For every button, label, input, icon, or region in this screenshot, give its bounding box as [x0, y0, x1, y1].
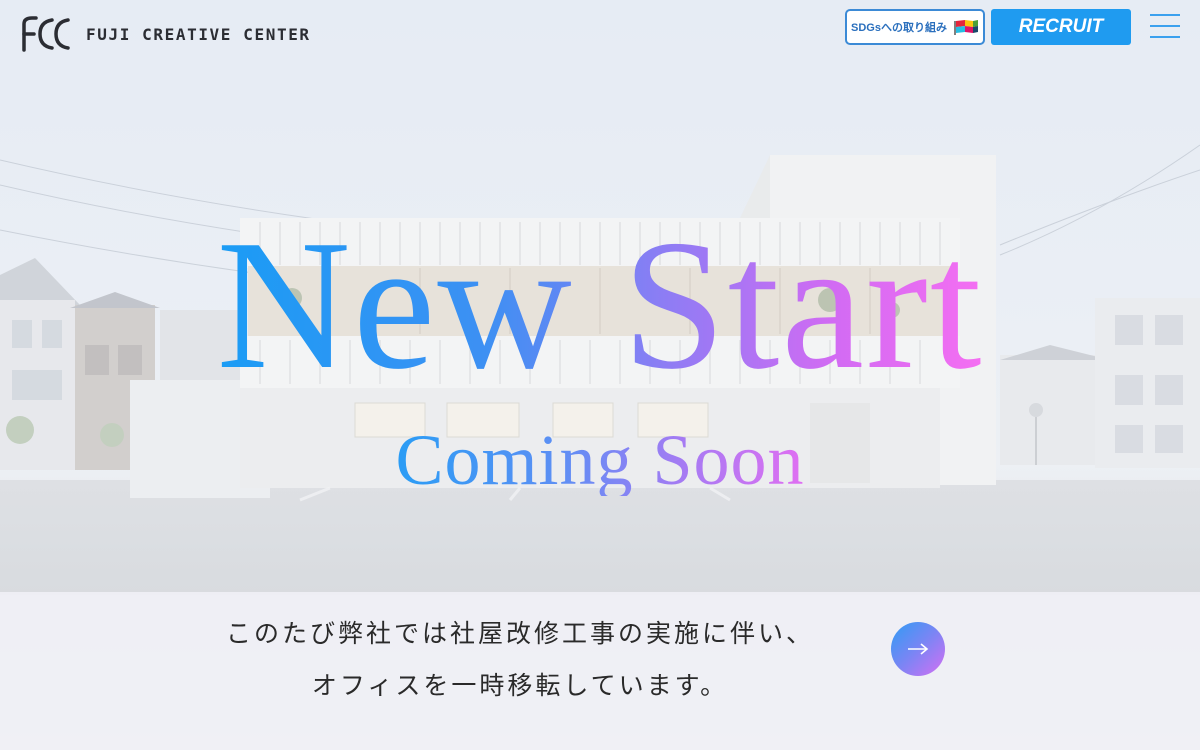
- menu-line: [1150, 25, 1180, 27]
- sdgs-flags-icon: [954, 20, 978, 35]
- notice-line-2: オフィスを一時移転しています。: [311, 671, 729, 700]
- hamburger-menu-icon[interactable]: [1148, 10, 1182, 42]
- sdgs-button[interactable]: SDGsへの取り組み: [845, 9, 985, 45]
- menu-line: [1150, 14, 1180, 16]
- sdgs-label: SDGsへの取り組み: [851, 22, 947, 34]
- site-logo[interactable]: FUJI CREATIVE CENTER: [20, 14, 311, 54]
- menu-line: [1150, 36, 1180, 38]
- notice-arrow-button[interactable]: [891, 622, 945, 676]
- recruit-button[interactable]: RECRUIT: [991, 9, 1131, 45]
- hero-subheadline: Coming Soon: [0, 424, 1200, 496]
- relocation-notice: このたび弊社では社屋改修工事の実施に伴い、 オフィスを一時移転しています。: [0, 592, 1200, 750]
- subheadline-coming-soon: Coming Soon: [395, 420, 805, 500]
- notice-line-1: このたび弊社では社屋改修工事の実施に伴い、: [225, 619, 814, 648]
- hero-headline: New Start: [0, 212, 1200, 398]
- logo-text: FUJI CREATIVE CENTER: [86, 24, 311, 44]
- notice-text: このたび弊社では社屋改修工事の実施に伴い、 オフィスを一時移転しています。: [180, 608, 860, 712]
- headline-new-start: New Start: [216, 202, 984, 408]
- arrow-right-icon: [908, 643, 929, 655]
- fcc-logo-icon: [22, 16, 70, 52]
